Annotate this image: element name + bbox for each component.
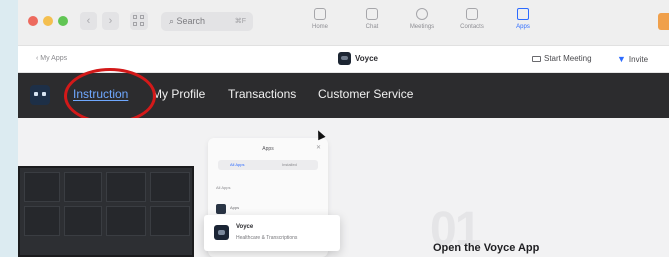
card-app-name: Voyce	[236, 224, 254, 230]
panel-section-label: All Apps	[216, 185, 231, 190]
nav-transactions[interactable]: Transactions	[228, 87, 296, 101]
instruction-content: Apps ✕ All Apps Installed All Apps Apps …	[18, 118, 669, 257]
close-icon: ✕	[315, 145, 321, 151]
tab-chat[interactable]: Chat	[352, 8, 392, 30]
tab-apps[interactable]: Apps	[503, 8, 543, 30]
voyce-nav-logo-icon	[30, 85, 50, 105]
back-to-my-apps-link[interactable]: ‹ My Apps	[36, 55, 67, 62]
clock-icon	[416, 8, 428, 20]
zoom-window-button[interactable]	[58, 16, 68, 26]
meeting-screen-illustration	[18, 166, 194, 257]
search-icon: ⌕	[169, 16, 177, 26]
start-meeting-button[interactable]: Start Meeting	[532, 54, 592, 63]
panel-tabs: All Apps Installed	[218, 160, 318, 170]
app-window: ‹ › ⌕ Search ⌘F Home Chat Meetings Conta…	[18, 0, 669, 257]
contacts-icon	[466, 8, 478, 20]
panel-title: Apps	[262, 146, 274, 152]
highlight-circle	[64, 68, 156, 124]
tab-contacts[interactable]: Contacts	[452, 8, 492, 30]
voyce-logo-icon	[338, 52, 351, 65]
avatar[interactable]	[658, 13, 669, 30]
panel-tab-all: All Apps	[230, 162, 245, 167]
title-bar: ‹ › ⌕ Search ⌘F Home Chat Meetings Conta…	[18, 0, 669, 46]
minimize-window-button[interactable]	[43, 16, 53, 26]
nav-customer-service[interactable]: Customer Service	[318, 87, 413, 101]
chat-icon	[366, 8, 378, 20]
voyce-app-card: Voyce Healthcare & Transcriptions	[204, 215, 340, 251]
home-icon	[314, 8, 326, 20]
app-title: Voyce	[355, 54, 378, 63]
voyce-card-logo-icon	[214, 225, 229, 240]
close-window-button[interactable]	[28, 16, 38, 26]
app-row-label: Apps	[230, 205, 240, 210]
app-row-icon	[216, 204, 226, 214]
search-shortcut: ⌘F	[234, 18, 246, 25]
tab-home[interactable]: Home	[300, 8, 340, 30]
history-grid-icon[interactable]	[130, 12, 148, 30]
back-arrow-icon[interactable]: ‹	[80, 12, 97, 30]
forward-arrow-icon[interactable]: ›	[102, 12, 119, 30]
panel-tab-installed: Installed	[282, 162, 297, 167]
tab-meetings[interactable]: Meetings	[402, 8, 442, 30]
nav-my-profile[interactable]: My Profile	[152, 87, 205, 101]
card-app-description: Healthcare & Transcriptions	[236, 235, 298, 241]
filter-icon: ▼	[617, 54, 626, 64]
apps-icon	[517, 8, 529, 20]
search-input[interactable]: ⌕ Search ⌘F	[161, 12, 253, 31]
camera-icon	[532, 55, 541, 62]
invite-button[interactable]: ▼ Invite	[617, 54, 648, 64]
step-title: Open the Voyce App	[433, 242, 540, 254]
